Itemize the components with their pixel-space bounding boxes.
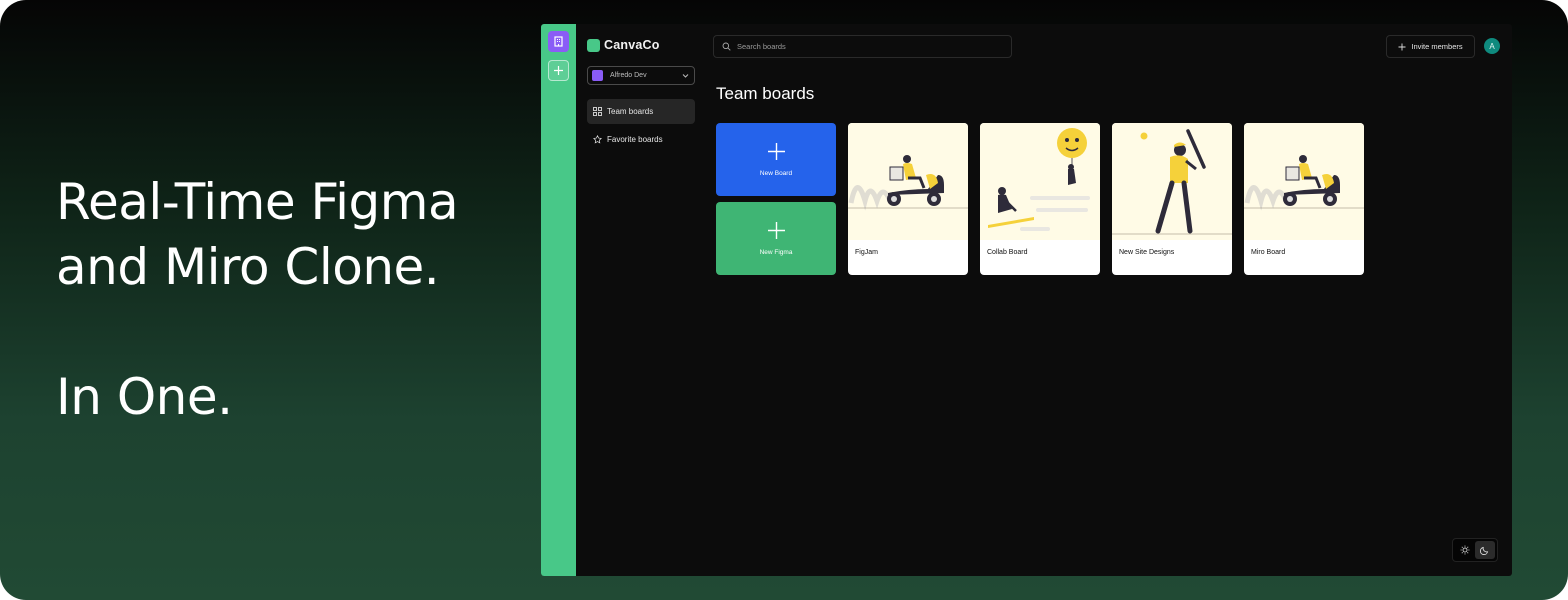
plus-icon [1398,43,1406,50]
star-icon [593,135,602,144]
brand[interactable]: CanvaCo [587,38,660,52]
light-theme-button[interactable] [1455,541,1475,559]
board-thumbnail [980,123,1100,240]
board-thumbnail [1244,123,1364,240]
board-thumbnail [1112,123,1232,240]
plus-icon [767,222,785,239]
theme-toggle[interactable] [1452,538,1498,562]
add-organization-button[interactable] [548,60,569,81]
app-window: CanvaCo Alfredo Dev Team boards Favorite… [541,24,1512,576]
moon-icon [1480,546,1489,555]
nav-label: Favorite boards [607,135,663,144]
building-icon [554,36,563,47]
board-card[interactable]: FigJam [848,123,968,275]
sun-icon [1460,545,1470,555]
headline-line-1: Real-Time Figma [56,173,459,231]
search-input[interactable] [737,42,997,51]
headline-line-3: In One. [56,368,233,426]
sidebar: CanvaCo Alfredo Dev Team boards Favorite… [576,24,702,576]
board-card[interactable]: New Site Designs [1112,123,1232,275]
board-title: New Site Designs [1119,249,1175,256]
search-bar[interactable] [713,35,1012,58]
balloon-illustration [988,128,1090,231]
org-avatar [592,70,603,81]
invite-members-button[interactable]: Invite members [1386,35,1475,58]
plus-icon [554,66,563,75]
invite-label: Invite members [1411,42,1463,51]
board-title: Collab Board [987,249,1028,256]
new-board-button[interactable]: New Board [716,123,836,196]
board-title: FigJam [855,249,878,256]
organization-selector[interactable]: Alfredo Dev [587,66,695,85]
nav-favorite-boards[interactable]: Favorite boards [587,127,695,152]
nav-team-boards[interactable]: Team boards [587,99,695,124]
plus-icon [767,143,785,160]
board-card[interactable]: Miro Board [1244,123,1364,275]
logo-icon [587,38,600,52]
org-switch-button[interactable] [548,31,569,52]
page-title: Team boards [716,84,815,103]
tile-label: New Figma [759,249,793,256]
dark-theme-button[interactable] [1475,541,1495,559]
org-rail [541,24,576,576]
scooter-illustration [848,155,968,211]
user-avatar[interactable]: A [1484,38,1500,54]
tile-label: New Board [759,170,793,177]
board-card[interactable]: Collab Board [980,123,1100,275]
new-figma-button[interactable]: New Figma [716,202,836,275]
baseball-illustration [1112,129,1232,235]
dashboard-icon [593,107,602,116]
board-title: Miro Board [1251,249,1286,256]
search-icon [722,42,731,51]
promo-banner: Real-Time Figma and Miro Clone. In One. [0,0,1568,600]
organization-name: Alfredo Dev [610,72,647,79]
chevron-down-icon [682,74,689,78]
scooter-illustration [1244,155,1364,211]
headline: Real-Time Figma and Miro Clone. In One. [56,170,459,430]
brand-name: CanvaCo [604,38,660,52]
headline-line-2: and Miro Clone. [56,238,440,296]
board-thumbnail [848,123,968,240]
nav-label: Team boards [607,107,654,116]
